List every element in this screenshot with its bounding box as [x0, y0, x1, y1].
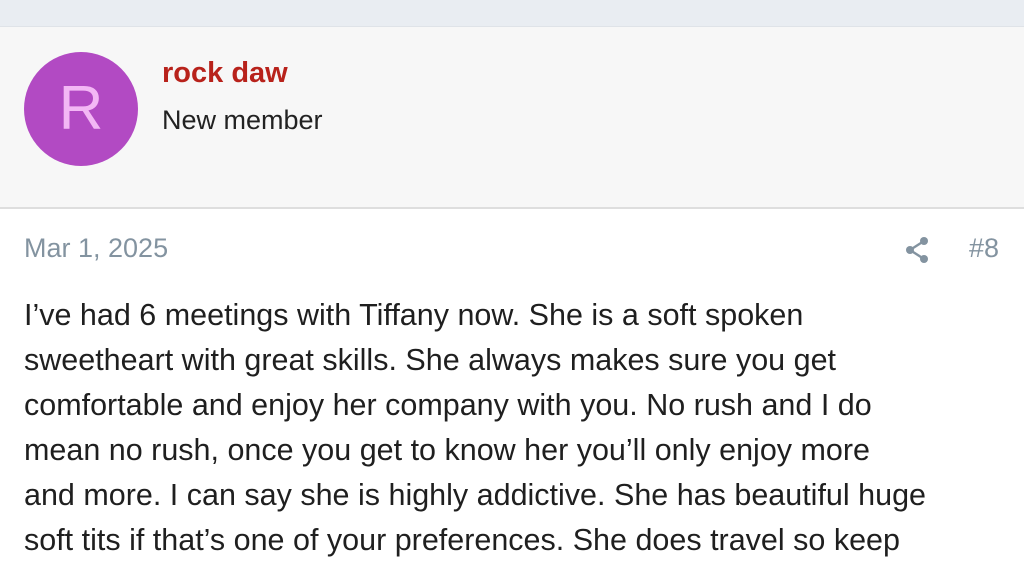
user-header: R rock daw New member [0, 27, 1024, 209]
post-text-line: sweetheart with great skills. She always… [24, 343, 837, 377]
post-body: I’ve had 6 meetings with Tiffany now. Sh… [24, 293, 1009, 563]
top-strip [0, 0, 1024, 27]
user-title: New member [162, 105, 323, 135]
avatar[interactable]: R [24, 52, 138, 166]
post-text-line: soft tits if that’s one of your preferen… [24, 523, 900, 557]
post-text-line: I’ve had 6 meetings with Tiffany now. Sh… [24, 298, 804, 332]
post-text-line: and more. I can say she is highly addict… [24, 478, 926, 512]
post-meta: Mar 1, 2025 #8 [0, 210, 1024, 290]
share-icon[interactable] [902, 235, 932, 265]
username-link[interactable]: rock daw [162, 57, 288, 90]
post-number-link[interactable]: #8 [969, 233, 999, 264]
post-text-line: mean no rush, once you get to know her y… [24, 433, 871, 467]
post-text-line: comfortable and enjoy her company with y… [24, 388, 872, 422]
post-date[interactable]: Mar 1, 2025 [24, 233, 168, 264]
